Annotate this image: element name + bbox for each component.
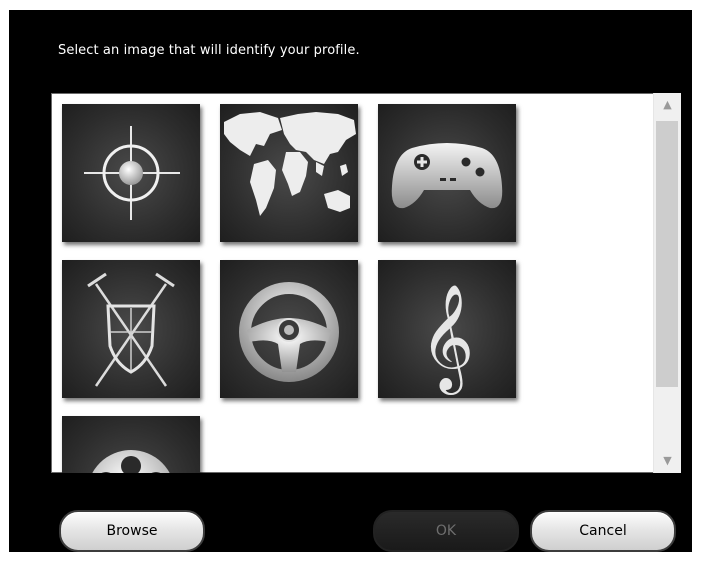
image-grid: 𝄞 xyxy=(51,93,651,473)
scroll-up-arrow-icon[interactable]: ▲ xyxy=(654,93,681,117)
svg-text:𝄞: 𝄞 xyxy=(420,283,474,395)
steering-wheel-icon xyxy=(239,282,339,382)
vertical-scrollbar[interactable]: ▲ ▼ xyxy=(653,93,681,473)
image-option-steering-wheel[interactable] xyxy=(220,260,358,398)
image-option-treble-clef[interactable]: 𝄞 xyxy=(378,260,516,398)
browse-button[interactable]: Browse xyxy=(59,510,205,552)
film-reel-icon xyxy=(92,450,170,473)
image-option-crosshair[interactable] xyxy=(62,104,200,242)
scroll-down-arrow-icon[interactable]: ▼ xyxy=(654,449,681,473)
image-gallery-panel: 𝄞 ▲ ▼ xyxy=(51,93,681,473)
ok-button[interactable]: OK xyxy=(373,510,519,552)
scrollbar-thumb[interactable] xyxy=(656,121,678,387)
dialog-prompt: Select an image that will identify your … xyxy=(58,43,360,58)
image-option-gamepad[interactable] xyxy=(378,104,516,242)
crosshair-icon xyxy=(84,126,180,220)
image-option-shield-swords[interactable] xyxy=(62,260,200,398)
gamepad-icon xyxy=(391,143,503,209)
world-map-icon xyxy=(224,112,356,216)
cancel-button[interactable]: Cancel xyxy=(530,510,676,552)
image-option-world-map[interactable] xyxy=(220,104,358,242)
image-option-film-reel[interactable] xyxy=(62,416,200,473)
profile-image-dialog: Select an image that will identify your … xyxy=(9,10,692,552)
treble-clef-icon: 𝄞 xyxy=(420,283,474,395)
shield-swords-icon xyxy=(87,272,175,387)
